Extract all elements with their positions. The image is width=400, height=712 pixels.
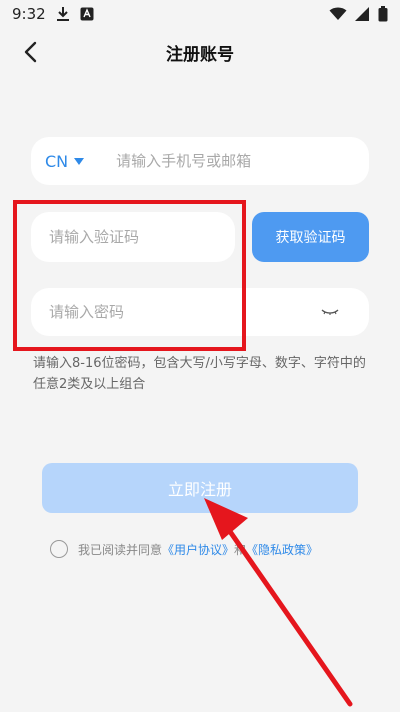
phone-email-field: CN: [31, 137, 369, 185]
wifi-icon: [329, 7, 347, 21]
battery-icon: [378, 6, 388, 22]
status-time: 9:32: [12, 5, 46, 23]
user-agreement-link[interactable]: 《用户协议》: [162, 541, 234, 558]
chevron-left-icon: [24, 41, 37, 63]
register-button[interactable]: 立即注册: [42, 463, 358, 513]
app-notification-icon: [80, 7, 94, 21]
country-code-label: CN: [45, 151, 69, 171]
status-bar: 9:32: [0, 0, 400, 28]
agreement-connector: 和: [234, 542, 247, 557]
password-field: [31, 288, 369, 336]
agreement-checkbox[interactable]: [50, 540, 68, 558]
eye-closed-icon: [321, 309, 339, 315]
phone-email-input[interactable]: [114, 151, 349, 171]
password-visibility-toggle[interactable]: [321, 304, 339, 320]
signal-icon: [355, 7, 370, 21]
country-code-selector[interactable]: CN: [45, 151, 85, 171]
page-title: 注册账号: [166, 44, 234, 65]
agreement-prefix: 我已阅读并同意: [78, 542, 163, 557]
nav-bar: 注册账号: [0, 32, 400, 72]
password-hint: 请输入8-16位密码，包含大写/小写字母、数字、字符中的任意2类及以上组合: [33, 356, 366, 392]
privacy-policy-link[interactable]: 《隐私政策》: [246, 541, 318, 558]
password-input[interactable]: [47, 302, 311, 322]
get-code-button[interactable]: 获取验证码: [252, 212, 369, 262]
agreement-row: 我已阅读并同意 《用户协议》 和 《隐私政策》: [50, 538, 318, 560]
back-button[interactable]: [18, 40, 42, 64]
verification-code-field: [31, 212, 235, 262]
dropdown-arrow-icon: [74, 157, 85, 165]
verification-code-input[interactable]: [47, 227, 221, 247]
download-icon: [56, 6, 70, 22]
